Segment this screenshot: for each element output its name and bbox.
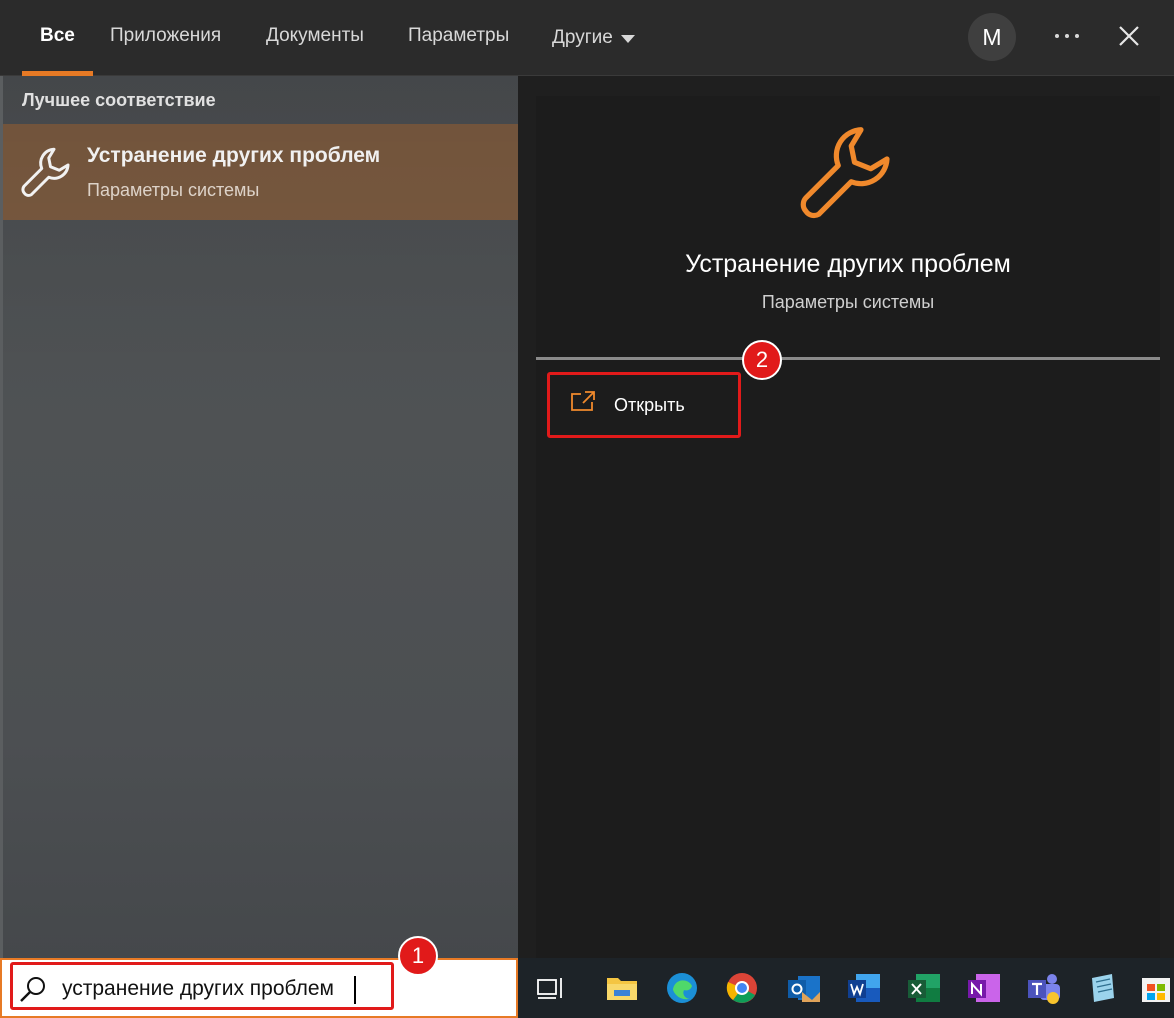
word-icon[interactable] [846, 970, 882, 1006]
close-button[interactable] [1108, 16, 1150, 56]
file-explorer-icon[interactable] [604, 970, 640, 1006]
store-icon[interactable] [1138, 970, 1174, 1006]
edge-icon[interactable] [664, 970, 700, 1006]
search-scope-tabs: Все Приложения Документы Параметры Други… [0, 0, 1174, 76]
taskbar [518, 958, 1174, 1018]
detail-title: Устранение других проблем [685, 250, 1011, 278]
chevron-down-icon [620, 35, 635, 43]
best-match-title: Устранение других проблем [87, 144, 381, 167]
results-pane: Лучшее соответствие Устранение других пр… [0, 76, 518, 958]
tab-apps[interactable]: Приложения [110, 0, 221, 76]
outlook-icon[interactable] [786, 970, 822, 1006]
detail-subtitle: Параметры системы [761, 292, 935, 312]
avatar[interactable]: M [968, 13, 1016, 61]
wrench-icon [21, 147, 70, 197]
highlight-search-box [10, 962, 394, 1010]
chrome-icon[interactable] [724, 970, 760, 1006]
step-badge-1: 1 [398, 936, 438, 976]
tab-other-label: Другие [552, 27, 613, 48]
wrench-icon [800, 127, 890, 219]
tab-all[interactable]: Все [22, 0, 93, 76]
best-match-heading: Лучшее соответствие [22, 90, 216, 110]
step-badge-2: 2 [742, 340, 782, 380]
ellipsis-icon [1055, 34, 1079, 38]
best-match-result[interactable]: Устранение других проблем Параметры сист… [3, 124, 518, 220]
best-match-subtitle: Параметры системы [87, 180, 260, 200]
divider [536, 357, 1160, 360]
highlight-open-box [547, 372, 741, 438]
more-options-button[interactable] [1046, 18, 1088, 54]
tab-documents[interactable]: Документы [266, 0, 364, 76]
teams-icon[interactable] [1026, 970, 1062, 1006]
excel-icon[interactable] [906, 970, 942, 1006]
notepad-icon[interactable] [1084, 970, 1120, 1006]
details-pane: Устранение других проблем Параметры сист… [536, 96, 1160, 958]
task-view-icon[interactable] [534, 970, 568, 1006]
tab-other[interactable]: Другие [552, 0, 635, 76]
onenote-icon[interactable] [966, 970, 1002, 1006]
close-icon [1119, 26, 1139, 46]
tab-settings[interactable]: Параметры [408, 0, 509, 76]
